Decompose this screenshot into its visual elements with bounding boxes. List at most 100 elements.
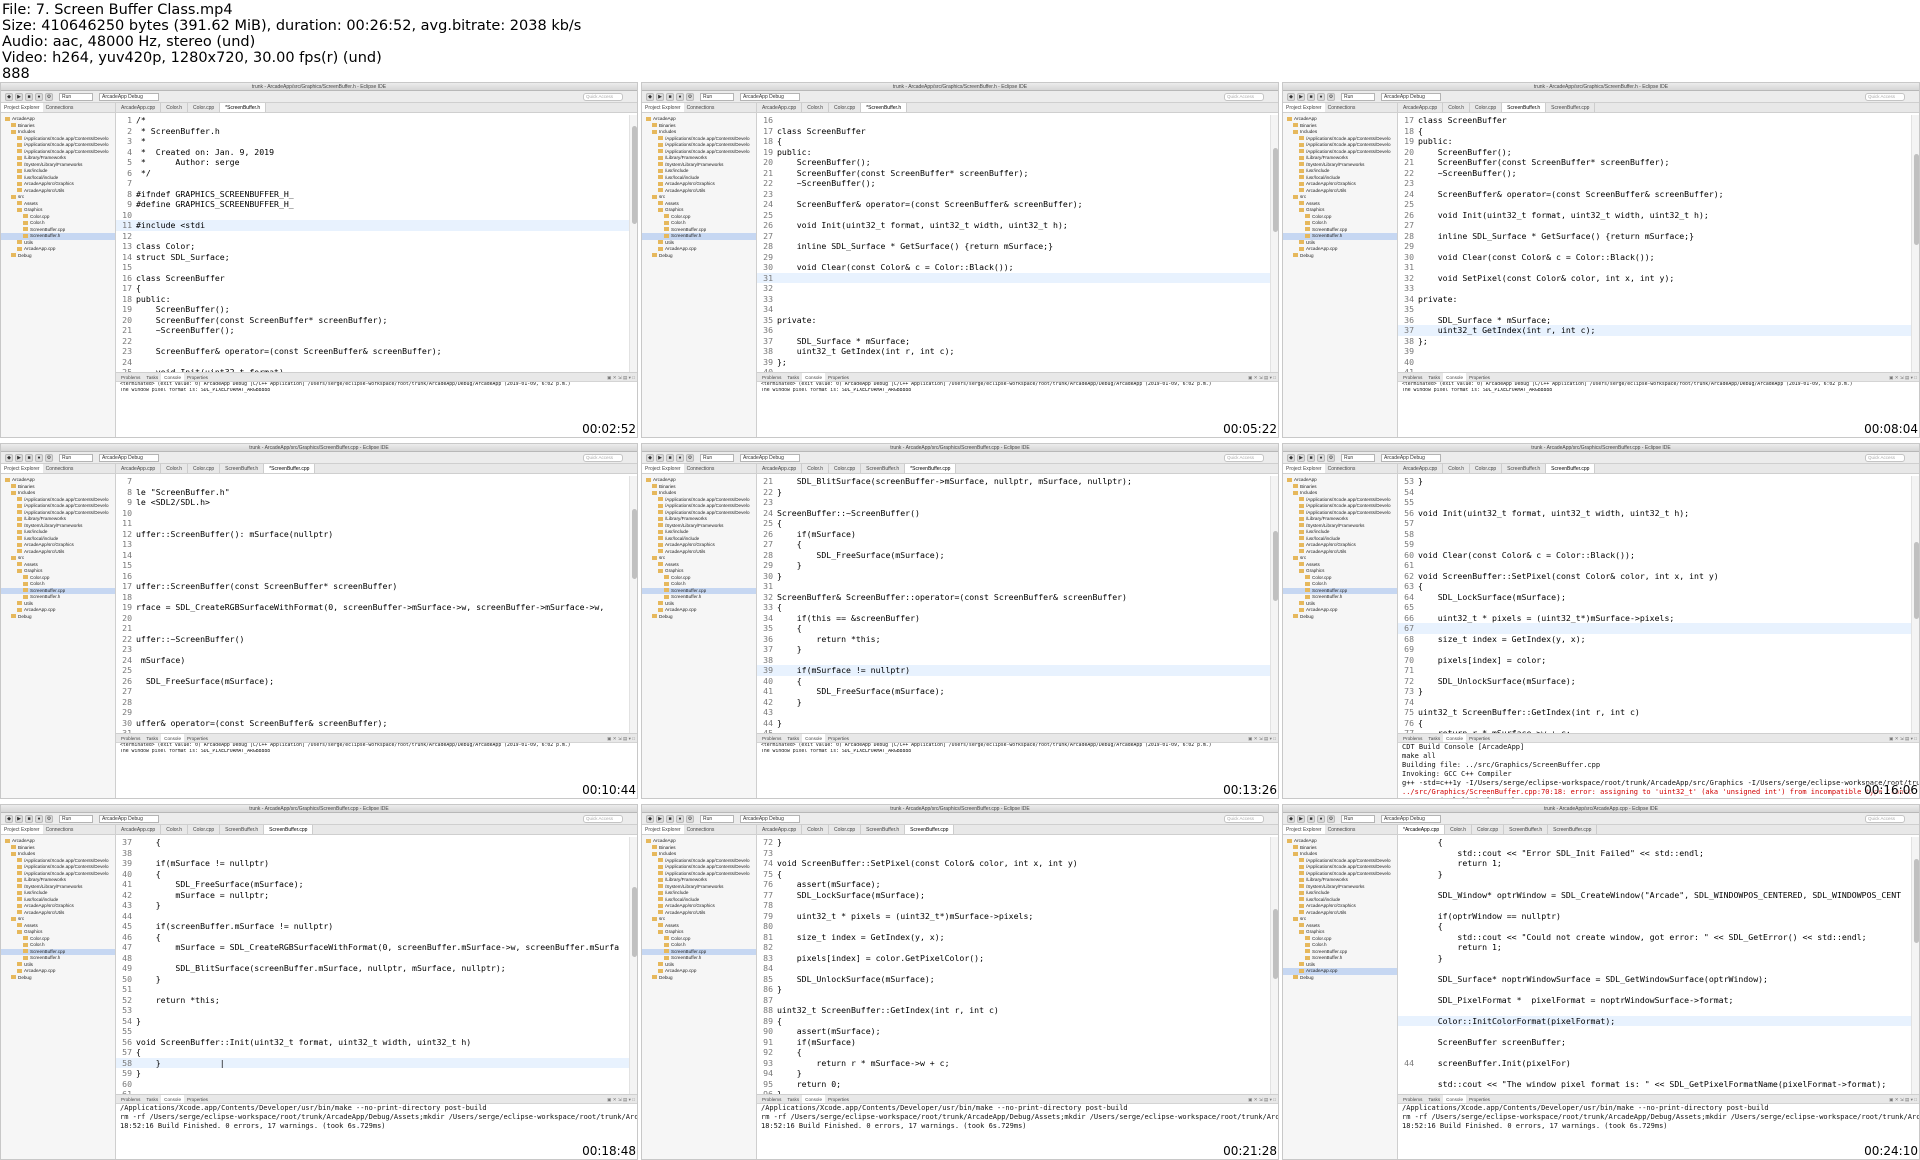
editor-tab[interactable]: Color.h (802, 103, 830, 112)
build-icon[interactable]: ◆ (646, 93, 654, 101)
code-area[interactable]: 21 SDL_BlitSurface(screenBuffer->mSurfac… (757, 476, 1270, 733)
quick-access-search[interactable]: Quick Access (1865, 93, 1905, 101)
tree-item[interactable]: Debug (1283, 975, 1397, 982)
editor-tab[interactable]: ScreenBuffer.h (1502, 103, 1547, 112)
editor-tab[interactable]: ArcadeApp.cpp (116, 825, 162, 834)
tab-problems[interactable]: Problems (118, 1095, 143, 1103)
editor-tab[interactable]: *ArcadeApp.cpp (1398, 825, 1446, 834)
tab-properties[interactable]: Properties (825, 1095, 852, 1103)
tab-project-explorer[interactable]: Project Explorer (642, 103, 684, 112)
tab-console[interactable]: Console (802, 1095, 826, 1103)
editor-tab[interactable]: ScreenBuffer.cpp (1546, 103, 1596, 112)
tree-item[interactable]: Debug (642, 614, 756, 621)
launch-config-select[interactable]: ArcadeApp Debug (740, 454, 800, 462)
scrollbar-thumb[interactable] (1914, 153, 1919, 245)
tree-item[interactable]: Debug (1, 975, 115, 982)
run-icon[interactable]: ▶ (1297, 815, 1305, 823)
debug-icon[interactable]: ● (676, 93, 684, 101)
tab-tasks[interactable]: Tasks (784, 373, 802, 381)
editor-tab[interactable]: Color.cpp (829, 464, 862, 473)
stop-icon[interactable]: ■ (666, 454, 674, 462)
editor-scrollbar[interactable] (629, 476, 637, 733)
tab-properties[interactable]: Properties (184, 373, 211, 381)
editor-tab[interactable]: Color.h (161, 103, 189, 112)
run-icon[interactable]: ▶ (1297, 454, 1305, 462)
editor-tab[interactable]: ArcadeApp.cpp (1398, 103, 1444, 112)
debug-icon[interactable]: ● (35, 93, 43, 101)
run-mode-select[interactable]: Run (700, 815, 734, 823)
run-mode-select[interactable]: Run (1341, 93, 1375, 101)
build-icon[interactable]: ◆ (5, 454, 13, 462)
tab-connections[interactable]: Connections (1325, 103, 1359, 112)
tab-tasks[interactable]: Tasks (143, 373, 161, 381)
editor-scrollbar[interactable] (629, 837, 637, 1094)
debug-icon[interactable]: ● (676, 454, 684, 462)
run-mode-select[interactable]: Run (59, 454, 93, 462)
scrollbar-thumb[interactable] (1914, 542, 1919, 619)
tab-console[interactable]: Console (161, 734, 185, 742)
tab-console[interactable]: Console (802, 373, 826, 381)
tab-project-explorer[interactable]: Project Explorer (1, 825, 43, 834)
stop-icon[interactable]: ■ (25, 815, 33, 823)
quick-access-search[interactable]: Quick Access (1224, 93, 1264, 101)
editor-tab[interactable]: *ScreenBuffer.cpp (905, 464, 957, 473)
run-icon[interactable]: ▶ (15, 454, 23, 462)
stop-icon[interactable]: ■ (1307, 815, 1315, 823)
tab-tasks[interactable]: Tasks (784, 1095, 802, 1103)
tab-console[interactable]: Console (161, 1095, 185, 1103)
editor-tab[interactable]: ArcadeApp.cpp (757, 103, 803, 112)
debug-icon[interactable]: ● (1317, 815, 1325, 823)
editor-scrollbar[interactable] (1911, 476, 1919, 733)
build-icon[interactable]: ◆ (1287, 93, 1295, 101)
launch-config-select[interactable]: ArcadeApp Debug (740, 93, 800, 101)
editor-tab[interactable]: Color.h (1445, 825, 1472, 834)
quick-access-search[interactable]: Quick Access (583, 93, 623, 101)
tab-console[interactable]: Console (1443, 1095, 1467, 1103)
tab-tasks[interactable]: Tasks (1425, 734, 1443, 742)
code-area[interactable]: 17 class ScreenBuffer 18{19 public: 20 Scree… (1398, 115, 1911, 372)
tree-item[interactable]: Debug (1, 614, 115, 621)
debug-icon[interactable]: ● (35, 454, 43, 462)
editor-tab[interactable]: ScreenBuffer.h (1502, 464, 1547, 473)
code-area[interactable]: 37 {38 39 if(mSurface != nullptr) 40 {41 S… (116, 837, 629, 1094)
quick-access-search[interactable]: Quick Access (1224, 454, 1264, 462)
scrollbar-thumb[interactable] (632, 886, 637, 957)
tab-problems[interactable]: Problems (1400, 373, 1425, 381)
editor-tab[interactable]: ScreenBuffer.h (220, 464, 265, 473)
tab-tasks[interactable]: Tasks (784, 734, 802, 742)
quick-access-search[interactable]: Quick Access (1865, 454, 1905, 462)
scrollbar-thumb[interactable] (1914, 859, 1919, 943)
code-area[interactable]: 53} 54 55 56 void Init(uint32_t format, uint… (1398, 476, 1911, 733)
editor-tab[interactable]: ArcadeApp.cpp (757, 464, 803, 473)
editor-tab[interactable]: Color.cpp (829, 825, 862, 834)
editor-tab[interactable]: ScreenBuffer.h (220, 825, 265, 834)
editor-tab[interactable]: ArcadeApp.cpp (116, 103, 162, 112)
build-icon[interactable]: ◆ (1287, 454, 1295, 462)
stop-icon[interactable]: ■ (666, 93, 674, 101)
editor-scrollbar[interactable] (1270, 837, 1278, 1094)
tab-project-explorer[interactable]: Project Explorer (1283, 103, 1325, 112)
editor-tab[interactable]: Color.cpp (188, 464, 221, 473)
editor-scrollbar[interactable] (1270, 476, 1278, 733)
debug-icon[interactable]: ● (1317, 93, 1325, 101)
editor-tab[interactable]: ScreenBuffer.h (861, 464, 906, 473)
tab-tasks[interactable]: Tasks (143, 1095, 161, 1103)
tree-item[interactable]: Debug (642, 975, 756, 982)
code-area[interactable]: 16 17 class ScreenBuffer 18{19 public: 20 Scr… (757, 115, 1270, 372)
tree-item[interactable]: Debug (1283, 614, 1397, 621)
run-icon[interactable]: ▶ (656, 93, 664, 101)
tab-properties[interactable]: Properties (825, 734, 852, 742)
tab-properties[interactable]: Properties (1466, 1095, 1493, 1103)
scrollbar-thumb[interactable] (1273, 148, 1278, 232)
editor-tab[interactable]: Color.h (802, 825, 830, 834)
tab-problems[interactable]: Problems (759, 734, 784, 742)
scrollbar-thumb[interactable] (1273, 531, 1278, 601)
run-mode-select[interactable]: Run (59, 93, 93, 101)
tab-properties[interactable]: Properties (1466, 373, 1493, 381)
build-icon[interactable]: ◆ (646, 815, 654, 823)
editor-tab[interactable]: *ScreenBuffer.cpp (264, 464, 316, 473)
settings-icon[interactable]: ⚙ (1327, 815, 1335, 823)
editor-scrollbar[interactable] (1911, 115, 1919, 372)
tree-item[interactable]: Debug (642, 253, 756, 260)
run-icon[interactable]: ▶ (15, 815, 23, 823)
